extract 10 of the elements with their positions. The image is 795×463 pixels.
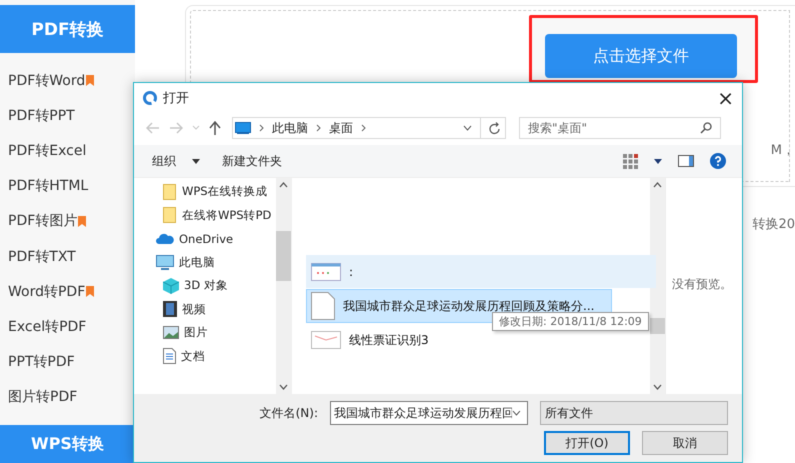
tooltip: 修改日期: 2018/11/8 12:09: [492, 312, 649, 331]
dialog-title: 打开: [163, 90, 189, 107]
description-text: M，: [770, 142, 795, 159]
preview-message: 没有预览。: [672, 277, 732, 291]
description-text: 转换20: [752, 216, 795, 233]
file-name: 我国城市群众足球运动发展历程回顾及策略分...: [343, 298, 594, 314]
file-name: :: [349, 265, 354, 279]
filename-label: 文件名(N):: [260, 404, 318, 422]
sidebar-header: PDF转换: [0, 5, 135, 53]
file-name: 线性票证识别3: [349, 332, 429, 348]
